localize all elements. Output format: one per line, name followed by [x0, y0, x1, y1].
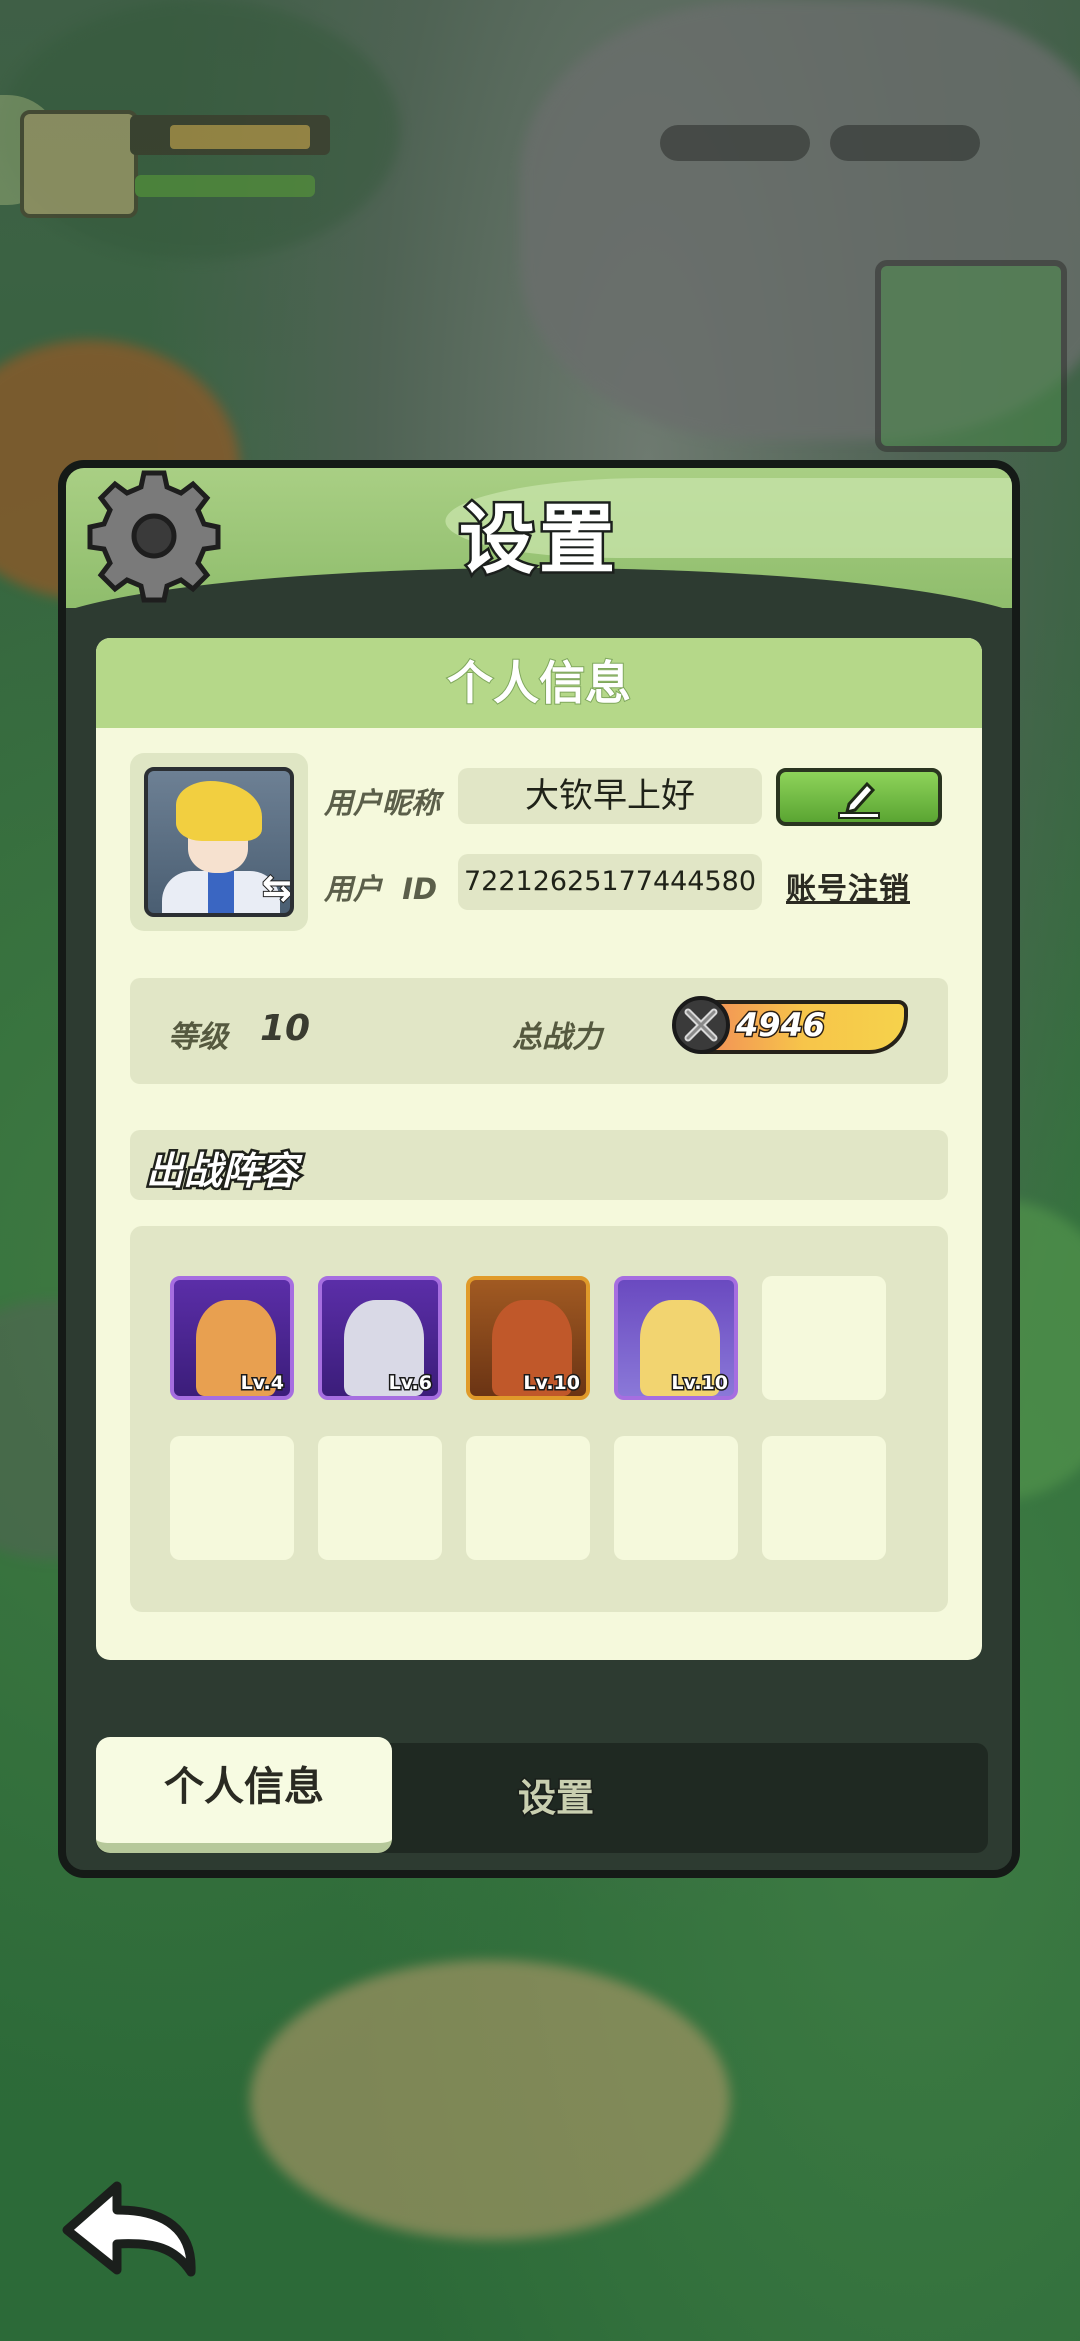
swap-icon: ⇆: [261, 867, 292, 910]
hero-slot[interactable]: Lv.10: [466, 1276, 590, 1400]
lineup-title: 出战阵容: [143, 1147, 300, 1196]
hero-slot[interactable]: Lv.6: [318, 1276, 442, 1400]
empty-slot[interactable]: [318, 1436, 442, 1560]
user-id-field: 72212625177444580: [458, 854, 762, 910]
hud-name: [170, 125, 310, 149]
hud: [0, 0, 1080, 452]
lineup-grid: Lv.4 Lv.6 Lv.10 Lv.10: [130, 1226, 948, 1612]
empty-slot[interactable]: [614, 1436, 738, 1560]
tab-bar: 个人信息 设置: [96, 1737, 988, 1853]
empty-slot[interactable]: [466, 1436, 590, 1560]
power-bar: 4946: [672, 996, 908, 1054]
profile-card: 个人信息 ⇆ 用户昵称 大钦早上好 用户 ID 7221262517744458…: [96, 638, 982, 1660]
lineup-header: 出战阵容: [130, 1130, 948, 1200]
hud-minimap: [875, 260, 1067, 452]
power-value: 4946: [734, 1005, 826, 1046]
hero-slot[interactable]: Lv.4: [170, 1276, 294, 1400]
crossed-swords-icon: [672, 996, 730, 1054]
hud-currency: [660, 125, 810, 161]
user-id-label: 用户 ID: [324, 872, 438, 906]
avatar-image: ⇆: [144, 767, 294, 917]
hud-xp-bar: [135, 175, 315, 197]
stats-row: 等级 10 总战力 4946: [130, 978, 948, 1084]
nickname-field: 大钦早上好: [458, 768, 762, 824]
avatar[interactable]: ⇆: [130, 753, 308, 931]
hud-currency: [830, 125, 980, 161]
gear-icon: [87, 470, 221, 603]
avatar-trim: [208, 871, 234, 913]
back-arrow-icon[interactable]: [55, 2170, 205, 2290]
card-title: 个人信息: [96, 638, 982, 728]
nickname-label: 用户昵称: [324, 786, 441, 820]
tab-profile[interactable]: 个人信息: [96, 1737, 392, 1853]
avatar-hair: [176, 781, 262, 841]
hero-slot[interactable]: Lv.10: [614, 1276, 738, 1400]
bg-shape: [250, 1960, 730, 2240]
level-value: 10: [260, 1008, 311, 1049]
edit-nickname-button[interactable]: [776, 768, 942, 826]
hero-level: Lv.10: [522, 1371, 582, 1396]
cancel-account-link[interactable]: 账号注销: [786, 864, 910, 908]
settings-panel: 设置 个人信息 ⇆ 用户昵称 大钦早上好 用户 ID 7221262517744…: [58, 460, 1020, 1878]
tab-settings[interactable]: 设置: [406, 1743, 706, 1853]
hero-level: Lv.4: [239, 1371, 285, 1396]
empty-slot[interactable]: [170, 1436, 294, 1560]
power-label: 总战力: [512, 1020, 602, 1055]
pen-icon: [838, 781, 880, 819]
empty-slot[interactable]: [762, 1276, 886, 1400]
hero-level: Lv.10: [670, 1371, 730, 1396]
level-label: 等级: [168, 1020, 228, 1055]
hero-level: Lv.6: [387, 1371, 433, 1396]
empty-slot[interactable]: [762, 1436, 886, 1560]
hud-avatar: [20, 110, 138, 218]
